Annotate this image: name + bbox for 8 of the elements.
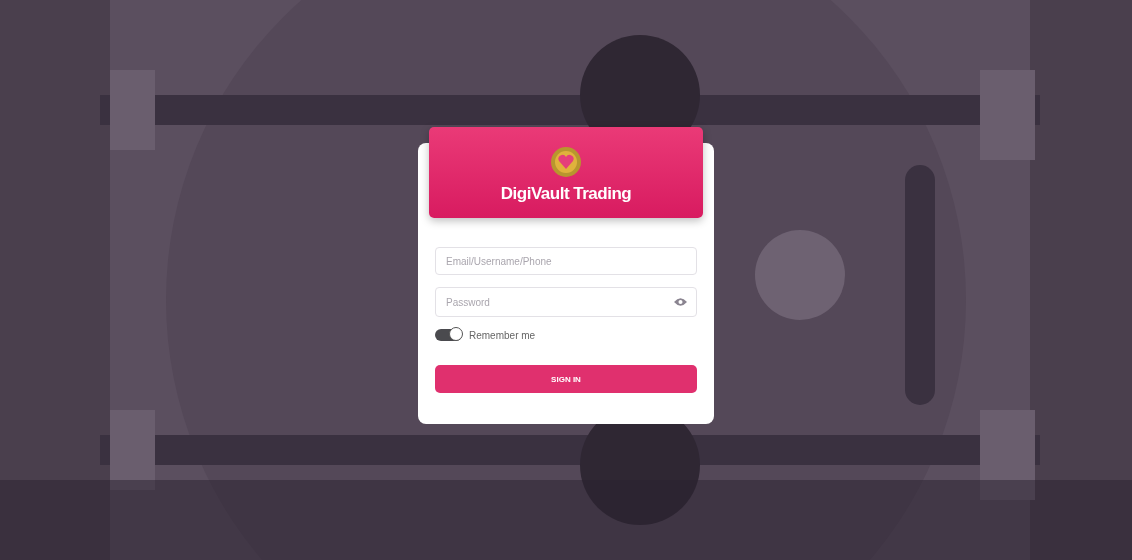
input-field[interactable]: Password bbox=[435, 287, 697, 317]
brand-title: DigiVault Trading bbox=[500, 183, 632, 204]
sign-in-button[interactable]: SIGN IN bbox=[435, 365, 697, 393]
toggle-switch[interactable] bbox=[435, 329, 462, 341]
coin-logo-icon bbox=[550, 145, 582, 178]
eye-icon[interactable] bbox=[674, 297, 687, 307]
remember-label: Remember me bbox=[469, 329, 536, 341]
input-field[interactable]: Email/Username/Phone bbox=[435, 247, 697, 275]
